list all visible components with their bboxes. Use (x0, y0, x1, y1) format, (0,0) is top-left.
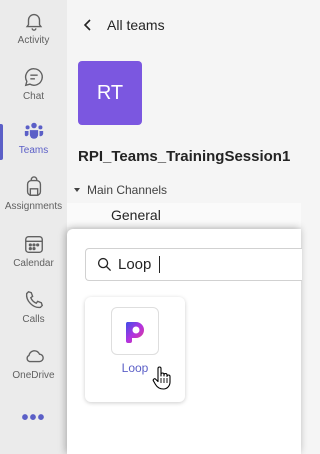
more-apps-button[interactable]: ••• (0, 392, 67, 444)
phone-icon (25, 290, 43, 309)
more-icon: ••• (21, 407, 46, 429)
text-caret (159, 256, 160, 273)
rail-item-teams[interactable]: Teams (0, 114, 67, 170)
app-tile (111, 307, 159, 355)
rail-item-label: Assignments (4, 201, 63, 212)
app-search-popup: Loop (67, 229, 302, 454)
team-avatar: RT (78, 61, 142, 125)
rail-item-label: Calls (22, 314, 45, 325)
search-input[interactable] (118, 256, 158, 273)
rail-item-label: Chat (22, 91, 45, 102)
back-label: All teams (107, 17, 165, 33)
channel-label: General (111, 207, 161, 223)
teams-icon (24, 122, 43, 139)
caret-down-icon (74, 188, 80, 192)
calendar-icon (24, 235, 43, 253)
channel-item-general[interactable]: General (67, 203, 301, 227)
rail-item-label: Teams (18, 145, 49, 156)
backpack-icon (26, 176, 41, 196)
chevron-left-icon (83, 19, 91, 31)
rail-item-label: OneDrive (12, 370, 55, 381)
app-rail: Activity Chat Teams Assignments Calendar… (0, 0, 67, 454)
chat-icon (24, 68, 43, 87)
team-name: RPI_Teams_TrainingSession1 (78, 148, 291, 165)
section-label: Main Channels (87, 183, 168, 197)
rail-item-calendar[interactable]: Calendar (0, 227, 67, 283)
rail-item-calls[interactable]: Calls (0, 283, 67, 339)
cloud-icon (25, 350, 44, 363)
search-icon (97, 257, 112, 272)
rail-item-label: Activity (17, 35, 50, 46)
search-box[interactable] (85, 248, 302, 281)
rail-item-chat[interactable]: Chat (0, 60, 67, 116)
hand-cursor-icon (152, 366, 171, 390)
rail-item-onedrive[interactable]: OneDrive (0, 339, 67, 395)
bell-icon (25, 13, 42, 31)
all-teams-back-button[interactable]: All teams (81, 12, 165, 38)
loop-logo-icon (125, 322, 144, 343)
rail-item-label: Calendar (13, 258, 54, 269)
channel-section-header[interactable]: Main Channels (73, 183, 167, 197)
rail-item-activity[interactable]: Activity (0, 4, 67, 60)
rail-item-assignments[interactable]: Assignments (0, 170, 67, 226)
